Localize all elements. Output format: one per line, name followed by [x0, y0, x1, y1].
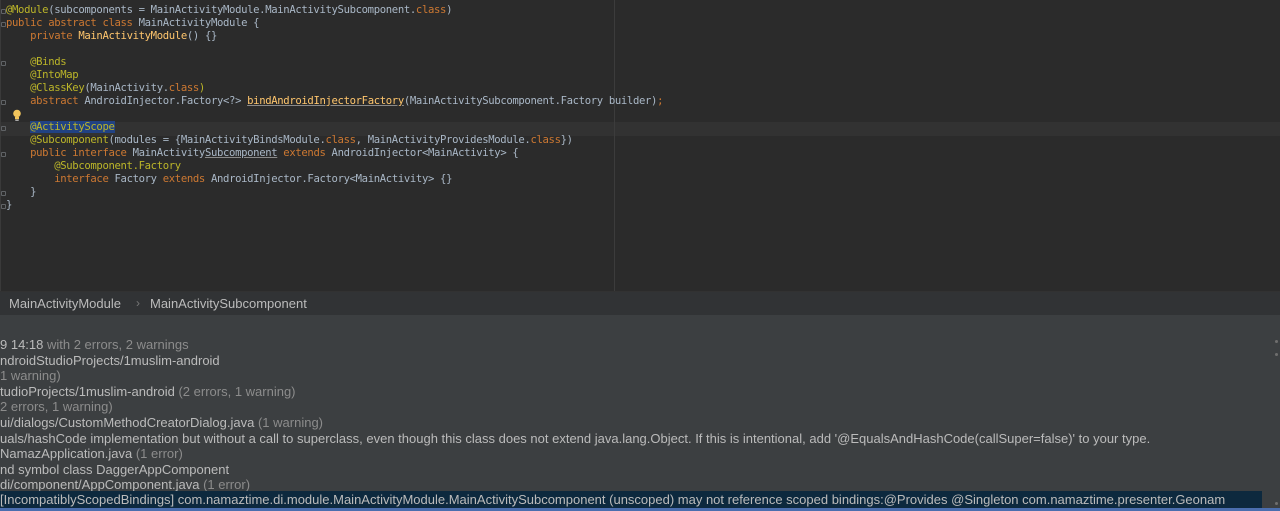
scrollbar-marker[interactable]: [1275, 502, 1278, 505]
code-line[interactable]: @Subcomponent(modules = {MainActivityBin…: [6, 134, 663, 147]
build-output-text: ndroidStudioProjects/1muslim-android: [0, 352, 220, 368]
code-token: }): [560, 134, 573, 146]
build-output-text: nd symbol class DaggerAppComponent: [0, 461, 230, 477]
code-token: public interface: [6, 147, 133, 159]
code-token: Factory: [114, 173, 163, 185]
build-output-row[interactable]: uals/hashCode implementation but without…: [0, 431, 1150, 447]
build-output-row[interactable]: NamazApplication.java (1 error): [0, 446, 183, 462]
code-line[interactable]: @ClassKey(MainActivity.class): [6, 82, 663, 95]
code-line[interactable]: private MainActivityModule() {}: [6, 30, 663, 43]
code-token: @Subcomponent.Factory: [6, 160, 181, 172]
code-token: extends: [277, 147, 332, 159]
scrollbar-marker[interactable]: [1275, 340, 1278, 343]
code-line[interactable]: public interface MainActivitySubcomponen…: [6, 147, 663, 160]
code-line[interactable]: @Binds: [6, 56, 663, 69]
code-token: @IntoMap: [6, 69, 79, 81]
code-line[interactable]: @Module(subcomponents = MainActivityModu…: [6, 4, 663, 17]
code-line[interactable]: [6, 108, 663, 121]
code-token: class: [415, 4, 447, 16]
code-line[interactable]: @Subcomponent.Factory: [6, 160, 663, 173]
build-output-text: tudioProjects/1muslim-android: [0, 383, 175, 399]
build-output-count: 1 warning): [0, 368, 61, 384]
code-token: AndroidInjector.Factory<?>: [84, 95, 248, 107]
build-output-tree[interactable]: di/component/AppComponent.java (1 error)…: [0, 336, 1280, 511]
build-output-count: 2 errors, 1 warning): [0, 399, 113, 415]
code-editor[interactable]: @Module(subcomponents = MainActivityModu…: [0, 0, 1280, 291]
code-token: ): [446, 4, 453, 16]
code-token: AndroidInjector<MainActivity> {: [331, 147, 519, 159]
code-token: bindAndroidInjectorFactory: [247, 95, 404, 107]
code-line[interactable]: }: [6, 186, 663, 199]
code-token: MainActivityModule: [78, 30, 187, 42]
code-token: ;: [657, 95, 664, 107]
build-output-count: (2 errors, 1 warning): [174, 383, 296, 399]
code-token: }: [6, 199, 13, 211]
code-token: () {}: [186, 30, 217, 42]
code-line[interactable]: }: [6, 199, 663, 212]
build-output-row[interactable]: ui/dialogs/CustomMethodCreatorDialog.jav…: [0, 415, 323, 431]
scrollbar-marker[interactable]: [1275, 353, 1278, 356]
code-token: extends: [162, 173, 211, 185]
code-token: (MainActivitySubcomponent.Factory builde…: [403, 95, 658, 107]
code-token: Subcomponent: [204, 147, 278, 159]
code-token: private: [6, 30, 79, 42]
code-token: ): [198, 82, 205, 94]
code-token: MainActivityModule {: [138, 17, 260, 29]
breadcrumb-item-module[interactable]: MainActivityModule: [9, 296, 121, 311]
build-output-row[interactable]: 9 14:18 with 2 errors, 2 warnings: [0, 337, 189, 353]
build-output-text: uals/hashCode implementation but without…: [0, 430, 1151, 446]
code-token: @Binds: [6, 56, 67, 68]
build-output-row[interactable]: tudioProjects/1muslim-android (2 errors,…: [0, 384, 296, 400]
code-line[interactable]: [6, 43, 663, 56]
build-output-text: 9 14:18: [0, 337, 44, 352]
code-token: @ActivityScope: [30, 121, 115, 133]
code-line[interactable]: public abstract class MainActivityModule…: [6, 17, 663, 30]
code-token: }: [6, 186, 37, 198]
build-output-text: ui/dialogs/CustomMethodCreatorDialog.jav…: [0, 415, 255, 430]
breadcrumb-separator: ›: [136, 296, 140, 310]
breadcrumb-item-subcomponent[interactable]: MainActivitySubcomponent: [150, 296, 307, 311]
code-token: , MainActivityProvidesModule.: [355, 134, 531, 146]
code-token: MainActivity: [132, 147, 206, 159]
code-token: class: [325, 134, 356, 146]
code-line[interactable]: interface Factory extends AndroidInjecto…: [6, 173, 663, 186]
code-token: (MainActivity.: [84, 82, 169, 94]
build-output-row[interactable]: nd symbol class DaggerAppComponent: [0, 462, 229, 478]
build-output-count: with 2 errors, 2 warnings: [43, 337, 189, 352]
code-token: (subcomponents = MainActivityModule.Main…: [48, 4, 416, 16]
code-line[interactable]: @IntoMap: [6, 69, 663, 82]
code-line[interactable]: abstract AndroidInjector.Factory<?> bind…: [6, 95, 663, 108]
build-output-row[interactable]: ndroidStudioProjects/1muslim-android: [0, 353, 220, 369]
source-code[interactable]: @Module(subcomponents = MainActivityModu…: [6, 4, 663, 212]
breadcrumb: MainActivityModule › MainActivitySubcomp…: [0, 291, 1280, 316]
build-panel-header: [0, 315, 1280, 336]
code-line[interactable]: @ActivityScope: [6, 121, 663, 134]
code-token: (modules = {MainActivityBindsModule.: [108, 134, 326, 146]
code-token: public abstract class: [6, 17, 139, 29]
code-token: @Subcomponent: [6, 134, 109, 146]
code-token: class: [530, 134, 561, 146]
selected-error-text: [IncompatiblyScopedBindings] com.namazti…: [0, 492, 1226, 507]
code-token: @ClassKey: [6, 82, 85, 94]
code-token: abstract: [6, 95, 85, 107]
build-output-row[interactable]: 1 warning): [0, 368, 61, 384]
error-message: IncompatiblyScopedBindings] com.namaztim…: [3, 492, 1226, 507]
build-output-text: NamazApplication.java: [0, 446, 133, 462]
gutter-border: [0, 0, 1, 291]
code-token: interface: [6, 173, 115, 185]
selected-error-row[interactable]: [IncompatiblyScopedBindings] com.namazti…: [0, 491, 1262, 509]
build-output-count: (1 error): [132, 446, 183, 462]
build-output-count: (1 warning): [254, 415, 323, 430]
build-output-row[interactable]: 2 errors, 1 warning): [0, 399, 113, 415]
code-token: @Module: [6, 4, 49, 16]
code-token: AndroidInjector.Factory<MainActivity> {}: [210, 173, 453, 185]
code-token: class: [168, 82, 199, 94]
